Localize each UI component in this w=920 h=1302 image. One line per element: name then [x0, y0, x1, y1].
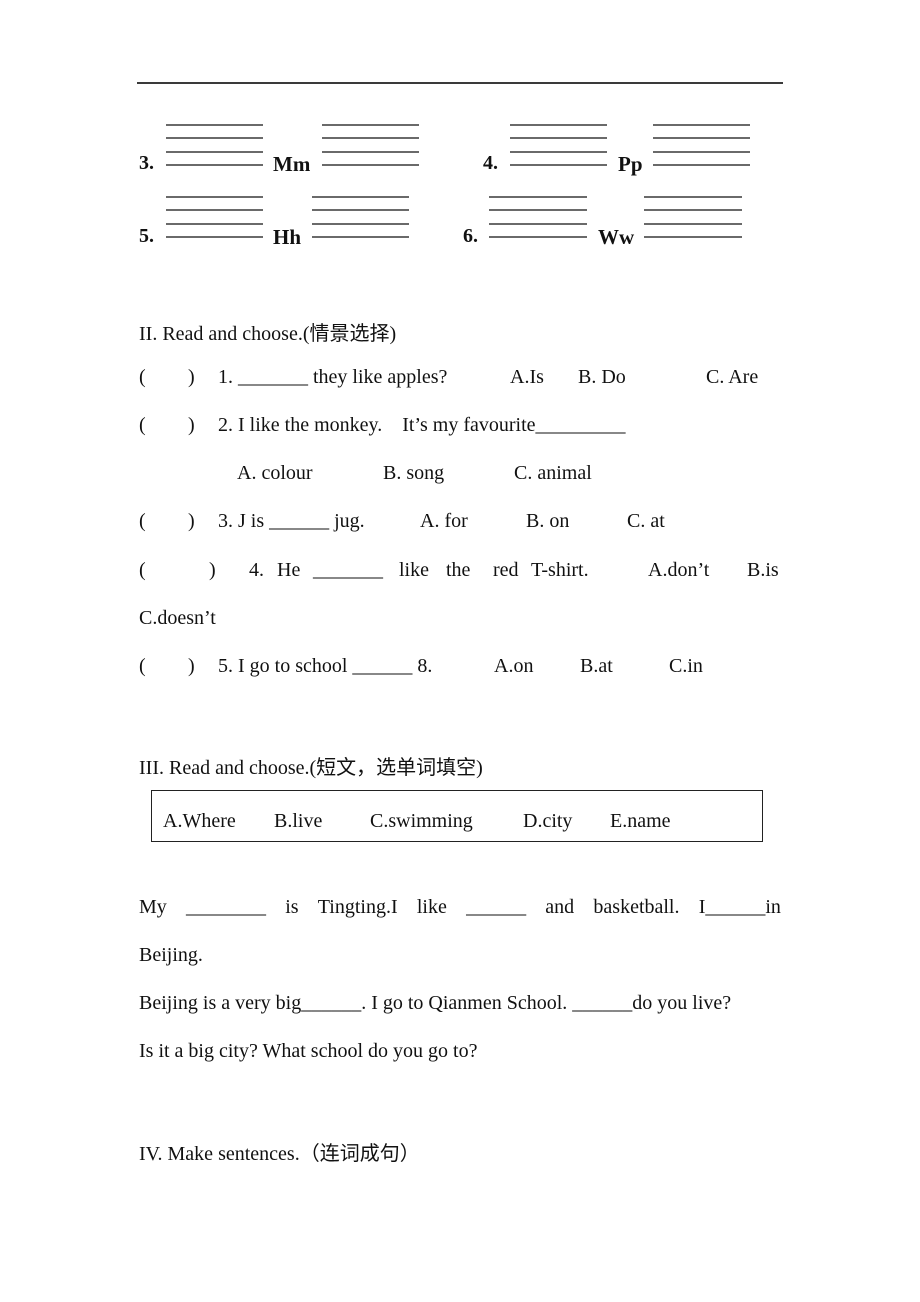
- writing-line: [510, 137, 607, 139]
- question-word: He: [277, 559, 301, 581]
- writing-line: [644, 236, 742, 238]
- passage-word: is: [285, 896, 299, 918]
- answer-paren-open[interactable]: (: [139, 559, 146, 582]
- item-number: 6.: [463, 225, 478, 247]
- word-bank-item: E.name: [610, 810, 671, 832]
- option-b: B. Do: [578, 366, 626, 388]
- passage-line-3: Beijing is a very big______. I go to Qia…: [139, 992, 732, 1014]
- writing-line: [653, 151, 750, 153]
- writing-line: [510, 164, 607, 166]
- passage-word: and: [545, 896, 575, 918]
- writing-line: [653, 124, 750, 126]
- answer-paren-open[interactable]: (: [139, 510, 146, 533]
- question-number: 4.: [249, 559, 264, 581]
- writing-line: [166, 223, 263, 225]
- option-a: A. colour: [237, 462, 313, 484]
- writing-line: [166, 151, 263, 153]
- question-stem: 5. I go to school ______ 8.: [218, 655, 433, 677]
- option-b: B.is: [747, 559, 779, 581]
- option-b: B. song: [383, 462, 445, 484]
- question-stem: 3. J is ______ jug.: [218, 510, 365, 532]
- option-c: C. at: [627, 510, 665, 532]
- section-heading: IV. Make sentences.（连词成句）: [139, 1143, 420, 1165]
- passage-blank: ________: [186, 896, 267, 918]
- passage-word: like: [416, 896, 447, 918]
- writing-line: [166, 124, 263, 126]
- answer-paren-close: ): [188, 655, 195, 677]
- passage-word: Tingting.I: [317, 896, 398, 918]
- writing-line: [510, 124, 607, 126]
- header-rule: [137, 82, 783, 84]
- writing-line: [322, 137, 419, 139]
- writing-line: [312, 209, 409, 211]
- word-bank-item: C.swimming: [370, 810, 473, 832]
- question-word: T-shirt.: [531, 559, 589, 581]
- option-c: C. animal: [514, 462, 592, 484]
- option-c: C. Are: [706, 366, 759, 388]
- writing-line: [644, 209, 742, 211]
- option-a: A. for: [420, 510, 468, 532]
- answer-paren-open[interactable]: (: [139, 414, 146, 437]
- option-b: B. on: [526, 510, 570, 532]
- option-c: C.in: [669, 655, 703, 677]
- letter-pair: Mm: [273, 152, 311, 176]
- writing-line: [322, 164, 419, 166]
- writing-line: [489, 236, 587, 238]
- passage-blank: ______: [466, 896, 527, 918]
- option-c: C.doesn’t: [139, 607, 216, 629]
- option-a: A.don’t: [648, 559, 710, 581]
- item-number: 4.: [483, 152, 498, 174]
- writing-line: [166, 209, 263, 211]
- question-word: the: [446, 559, 471, 581]
- question-word: red: [493, 559, 519, 581]
- passage-word: basketball.: [593, 896, 680, 918]
- writing-line: [312, 196, 409, 198]
- writing-line: [653, 137, 750, 139]
- writing-line: [489, 209, 587, 211]
- passage-word: My: [139, 896, 167, 918]
- item-number: 3.: [139, 152, 154, 174]
- letter-pair: Hh: [273, 225, 302, 249]
- question-stem: 1. _______ they like apples?: [218, 366, 448, 388]
- writing-line: [312, 236, 409, 238]
- word-bank-item: D.city: [523, 810, 573, 832]
- passage-word: I______in: [698, 896, 781, 918]
- writing-line: [312, 223, 409, 225]
- answer-paren-close: ): [209, 559, 216, 581]
- writing-line: [322, 151, 419, 153]
- answer-paren-close: ): [188, 414, 195, 436]
- writing-line: [644, 196, 742, 198]
- section-heading: III. Read and choose.(短文，选单词填空): [139, 757, 483, 779]
- passage-line-2: Beijing.: [139, 944, 203, 966]
- question-word: like: [399, 559, 429, 581]
- option-a: A.Is: [510, 366, 544, 388]
- letter-pair: Ww: [598, 225, 635, 249]
- answer-blank: _______: [313, 559, 383, 581]
- word-bank-item: A.Where: [163, 810, 236, 832]
- letter-pair: Pp: [618, 152, 643, 176]
- answer-paren-close: ): [188, 366, 195, 388]
- passage-line-1: My ________ is Tingting.I like ______ an…: [139, 896, 781, 919]
- writing-line: [166, 164, 263, 166]
- answer-paren-open[interactable]: (: [139, 366, 146, 389]
- writing-line: [489, 196, 587, 198]
- writing-line: [653, 164, 750, 166]
- writing-line: [166, 196, 263, 198]
- section-heading: II. Read and choose.(情景选择): [139, 323, 397, 345]
- answer-paren-open[interactable]: (: [139, 655, 146, 678]
- word-bank-item: B.live: [274, 810, 323, 832]
- answer-paren-close: ): [188, 510, 195, 532]
- passage-line-4: Is it a big city? What school do you go …: [139, 1040, 478, 1062]
- option-a: A.on: [494, 655, 534, 677]
- writing-line: [166, 137, 263, 139]
- writing-line: [489, 223, 587, 225]
- writing-line: [644, 223, 742, 225]
- writing-line: [166, 236, 263, 238]
- option-b: B.at: [580, 655, 613, 677]
- item-number: 5.: [139, 225, 154, 247]
- writing-line: [510, 151, 607, 153]
- question-stem: 2. I like the monkey. It’s my favourite_…: [218, 414, 626, 436]
- writing-line: [322, 124, 419, 126]
